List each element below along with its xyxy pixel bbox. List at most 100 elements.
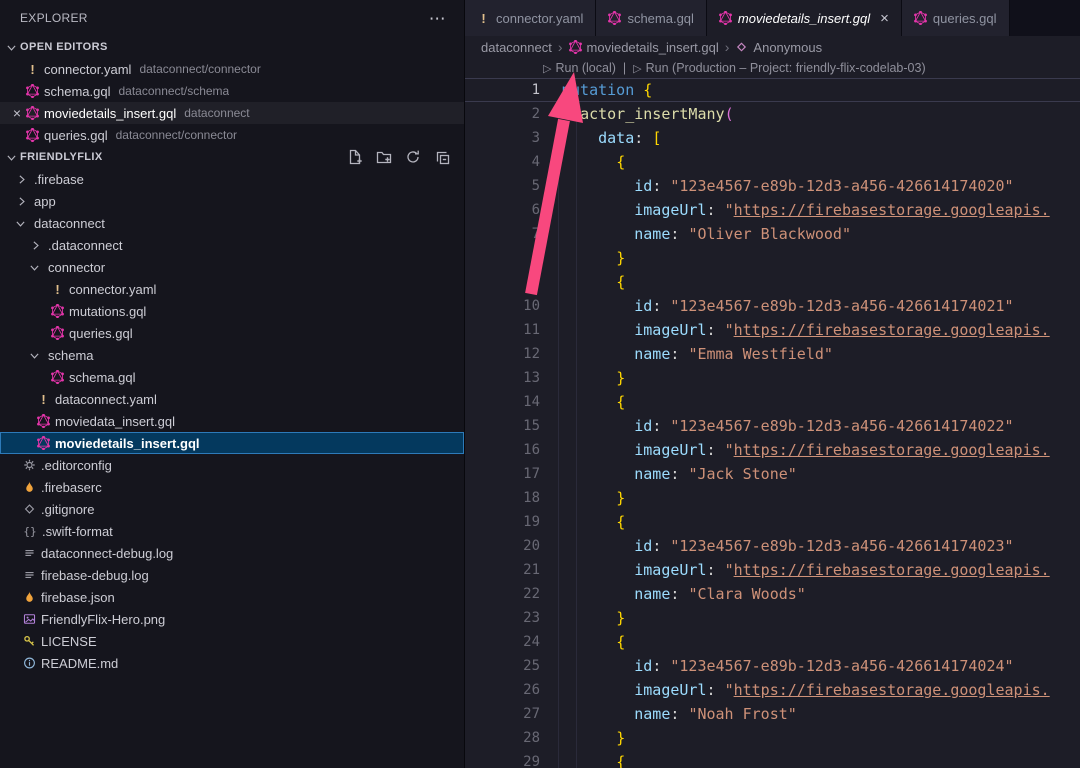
file-name: .editorconfig — [41, 458, 112, 473]
breadcrumb-item-Anonymous[interactable]: Anonymous — [735, 40, 822, 55]
tree-item-.gitignore[interactable]: .gitignore — [0, 498, 464, 520]
run-production-link[interactable]: ▷ Run (Production – Project: friendly-fl… — [633, 61, 925, 75]
line-number: 20 — [465, 534, 562, 558]
run-local-link[interactable]: ▷ Run (local) — [543, 61, 616, 75]
open-editor-connector.yaml[interactable]: !connector.yamldataconnect/connector — [0, 58, 464, 80]
warning-icon: ! — [477, 11, 490, 26]
line-content: id: "123e4567-e89b-12d3-a456-42661417402… — [562, 294, 1080, 318]
file-name: schema.gql — [44, 84, 110, 99]
line-content: name: "Emma Westfield" — [562, 342, 1080, 366]
open-editor-queries.gql[interactable]: queries.gqldataconnect/connector — [0, 124, 464, 146]
tab-bar: !connector.yaml schema.gql moviedetails_in… — [465, 0, 1080, 36]
line-number: 12 — [465, 342, 562, 366]
graphql-icon — [37, 436, 50, 450]
breadcrumb-item-moviedetails_insert.gql[interactable]: moviedetails_insert.gql — [569, 40, 719, 55]
sidebar-title-bar: EXPLORER ⋯ — [0, 0, 464, 36]
tree-item-firebase-debug.log[interactable]: firebase-debug.log — [0, 564, 464, 586]
close-icon[interactable]: × — [880, 11, 889, 26]
file-name: dataconnect — [34, 216, 105, 231]
file-name: .swift-format — [42, 524, 113, 539]
file-name: connector — [48, 260, 105, 275]
open-editor-schema.gql[interactable]: schema.gqldataconnect/schema — [0, 80, 464, 102]
graphql-icon — [51, 304, 64, 318]
tree-item-.dataconnect[interactable]: .dataconnect — [0, 234, 464, 256]
line-number: 19 — [465, 510, 562, 534]
code-editor[interactable]: 1mutation {2 actor_insertMany(3 data: [4… — [465, 78, 1080, 768]
open-editors-header[interactable]: OPEN EDITORS — [0, 36, 464, 58]
line-number: 5 — [465, 174, 562, 198]
log-file-icon — [23, 568, 36, 582]
tab-schema.gql[interactable]: schema.gql — [596, 0, 706, 36]
tree-item-dataconnect[interactable]: dataconnect — [0, 212, 464, 234]
firebase-flame-icon — [23, 590, 36, 604]
line-content: data: [ — [562, 126, 1080, 150]
chevron-right-icon — [13, 193, 29, 209]
line-content: { — [562, 630, 1080, 654]
open-editors-label: OPEN EDITORS — [20, 41, 108, 53]
tree-item-FriendlyFlix-Hero.png[interactable]: FriendlyFlix-Hero.png — [0, 608, 464, 630]
breadcrumb-separator: › — [725, 39, 730, 55]
graphql-icon — [719, 11, 732, 25]
new-file-icon[interactable] — [347, 149, 363, 165]
refresh-icon[interactable] — [405, 149, 421, 165]
line-content: { — [562, 390, 1080, 414]
tree-item-.firebaserc[interactable]: .firebaserc — [0, 476, 464, 498]
tab-queries.gql[interactable]: queries.gql — [902, 0, 1010, 36]
tab-moviedetails_insert.gql[interactable]: moviedetails_insert.gql × — [707, 0, 902, 36]
breadcrumb-label: Anonymous — [753, 40, 822, 55]
tree-item-LICENSE[interactable]: LICENSE — [0, 630, 464, 652]
tree-item-firebase.json[interactable]: firebase.json — [0, 586, 464, 608]
line-number: 28 — [465, 726, 562, 750]
workspace-actions — [347, 149, 450, 165]
tab-label: schema.gql — [627, 11, 693, 26]
close-icon[interactable]: × — [8, 106, 26, 120]
open-editor-moviedetails_insert.gql[interactable]: ×moviedetails_insert.gqldataconnect — [0, 102, 464, 124]
tree-item-.editorconfig[interactable]: .editorconfig — [0, 454, 464, 476]
warning-icon: ! — [51, 282, 64, 297]
tree-item-connector.yaml[interactable]: ! connector.yaml — [0, 278, 464, 300]
graphql-icon — [914, 11, 927, 25]
tab-label: moviedetails_insert.gql — [738, 11, 870, 26]
image-icon — [23, 612, 36, 626]
file-name: .firebaserc — [41, 480, 102, 495]
line-content: id: "123e4567-e89b-12d3-a456-42661417402… — [562, 414, 1080, 438]
file-tree: .firebaseapp dataconnect .dataconnect conne… — [0, 168, 464, 674]
symbol-icon — [735, 40, 748, 54]
line-number: 13 — [465, 366, 562, 390]
line-number: 9 — [465, 270, 562, 294]
tree-item-schema.gql[interactable]: schema.gql — [0, 366, 464, 388]
tree-item-dataconnect.yaml[interactable]: !dataconnect.yaml — [0, 388, 464, 410]
code-line-1[interactable]: 1mutation { — [465, 78, 1080, 102]
file-name: queries.gql — [69, 326, 133, 341]
graphql-icon — [569, 40, 582, 54]
tree-item-.swift-format[interactable]: {}.swift-format — [0, 520, 464, 542]
tree-item-queries.gql[interactable]: queries.gql — [0, 322, 464, 344]
line-content: } — [562, 366, 1080, 390]
play-icon: ▷ — [543, 62, 551, 75]
tab-connector.yaml[interactable]: !connector.yaml — [465, 0, 596, 36]
tree-item-connector[interactable]: connector — [0, 256, 464, 278]
workspace-header[interactable]: FRIENDLYFLIX — [0, 146, 464, 168]
breadcrumb-item-dataconnect[interactable]: dataconnect — [481, 40, 552, 55]
tree-item-dataconnect-debug.log[interactable]: dataconnect-debug.log — [0, 542, 464, 564]
file-name: mutations.gql — [69, 304, 146, 319]
tree-item-moviedetails_insert.gql[interactable]: moviedetails_insert.gql — [0, 432, 464, 454]
chevron-down-icon — [4, 39, 20, 55]
tree-item-mutations.gql[interactable]: mutations.gql — [0, 300, 464, 322]
tree-item-schema[interactable]: schema — [0, 344, 464, 366]
tree-item-README.md[interactable]: README.md — [0, 652, 464, 674]
tree-item-.firebase[interactable]: .firebase — [0, 168, 464, 190]
tree-item-app[interactable]: app — [0, 190, 464, 212]
file-name: connector.yaml — [69, 282, 156, 297]
indent-guide — [558, 102, 559, 768]
tree-item-moviedata_insert.gql[interactable]: moviedata_insert.gql — [0, 410, 464, 432]
line-content: { — [562, 750, 1080, 768]
codelens-bar: ▷ Run (local) | ▷ Run (Production – Proj… — [465, 58, 1080, 78]
line-number: 7 — [465, 222, 562, 246]
more-actions-icon[interactable]: ⋯ — [429, 10, 446, 27]
line-content: { — [562, 270, 1080, 294]
collapse-all-icon[interactable] — [434, 149, 450, 165]
line-number: 22 — [465, 582, 562, 606]
new-folder-icon[interactable] — [376, 149, 392, 165]
file-name: firebase-debug.log — [41, 568, 149, 583]
